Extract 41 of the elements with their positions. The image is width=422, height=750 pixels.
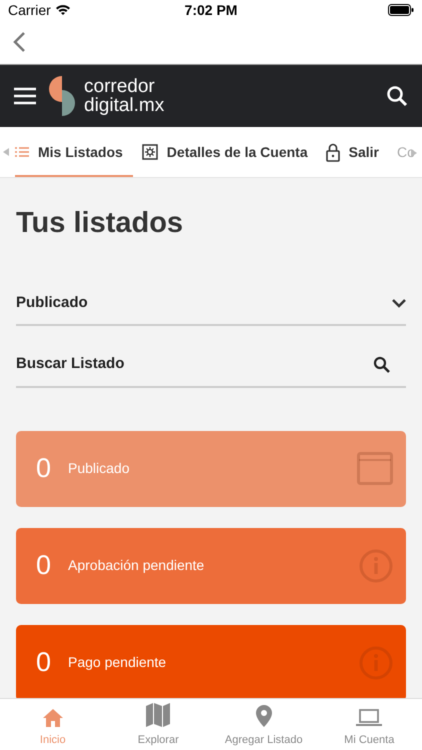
- nav-tab[interactable]: Mi Cuenta: [316, 699, 422, 750]
- tab[interactable]: Salir: [316, 127, 388, 177]
- status-card[interactable]: 0 Publicado: [16, 430, 406, 506]
- status-card[interactable]: 0 Aprobación pendiente: [16, 528, 406, 604]
- count-text: 0: [36, 646, 52, 680]
- logo-text: digital.mx: [84, 96, 164, 115]
- search-icon: [373, 356, 390, 373]
- nav-tab[interactable]: Inicio: [0, 699, 106, 750]
- battery-icon: [388, 4, 414, 16]
- search-icon[interactable]: [386, 85, 408, 107]
- list-icon: [15, 147, 29, 157]
- back-icon[interactable]: [12, 31, 26, 53]
- clock-text: 7:02 PM: [184, 0, 238, 20]
- page-title: Tus listados: [16, 206, 184, 241]
- gear-icon: [142, 144, 158, 160]
- map-icon: [146, 702, 170, 726]
- card-label: Aprobación pendiente: [68, 556, 206, 575]
- info-icon: [359, 548, 393, 582]
- status-dropdown[interactable]: Publicado: [16, 284, 406, 326]
- logo-text: corredor: [84, 77, 156, 96]
- card-label: Pago pendiente: [68, 653, 168, 672]
- logo-icon: [48, 76, 76, 116]
- pin-icon: [256, 704, 272, 726]
- card-label: Publicado: [68, 459, 130, 478]
- status-card[interactable]: 0 Pago pendiente: [16, 624, 406, 698]
- laptop-icon: [356, 708, 382, 726]
- home-icon: [42, 708, 64, 726]
- search-field[interactable]: Buscar Listado: [16, 353, 316, 376]
- wifi-icon: [54, 4, 71, 16]
- nav-tab[interactable]: Agregar Listado: [211, 699, 316, 750]
- tab[interactable]: Detalles de la Cuenta: [132, 127, 317, 177]
- menu-icon[interactable]: [14, 87, 36, 105]
- count-text: 0: [36, 452, 52, 486]
- lock-icon: [326, 142, 340, 162]
- nav-tab[interactable]: Explorar: [106, 699, 211, 750]
- chevron-down-icon: [392, 299, 406, 308]
- count-text: 0: [36, 549, 52, 582]
- carrier-text: Carrier: [8, 0, 51, 20]
- tab[interactable]: Mis Listados: [15, 127, 133, 177]
- window-icon: [357, 452, 393, 485]
- dropdown-value: Publicado: [16, 293, 88, 314]
